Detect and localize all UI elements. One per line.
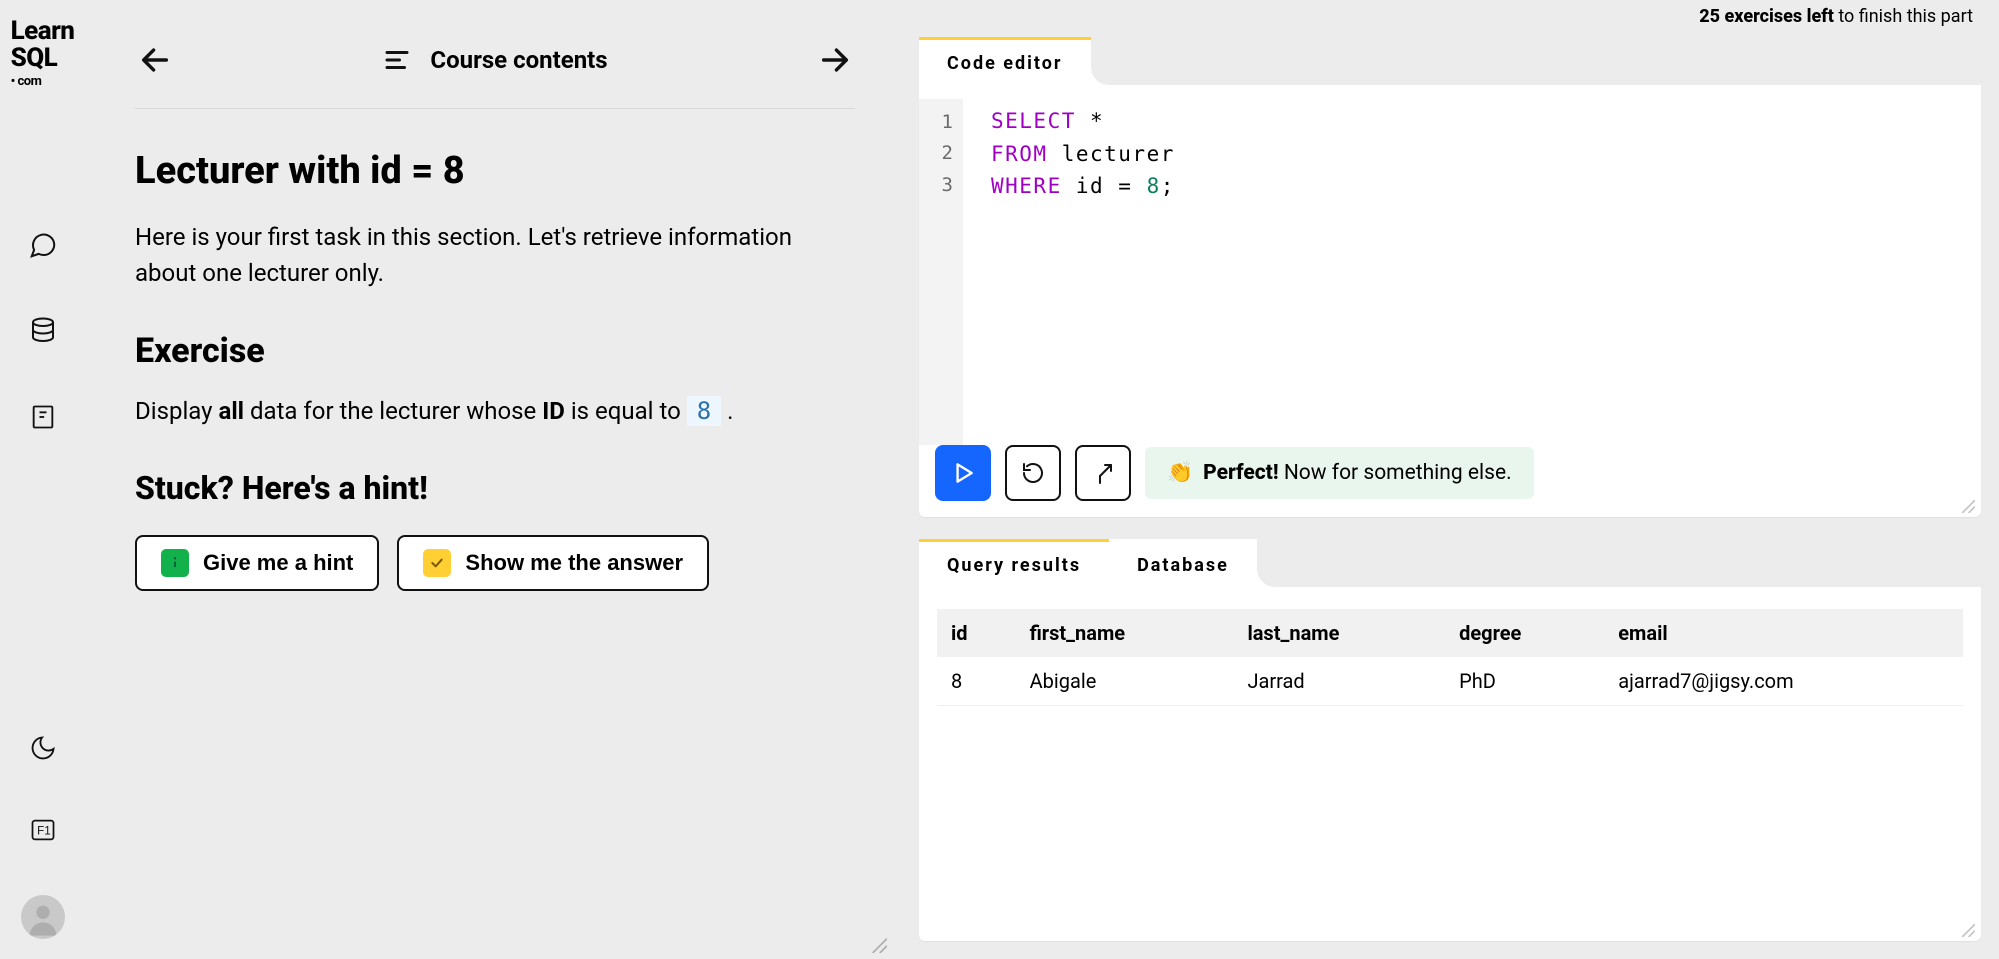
results-panel: Query results Database id first_name las… (919, 539, 1981, 941)
exercise-mid: data for the lecturer whose (244, 397, 542, 425)
feedback-bold: Perfect! (1203, 461, 1278, 485)
course-contents-label: Course contents (430, 46, 607, 74)
database-icon[interactable] (26, 314, 60, 348)
chat-icon[interactable] (26, 228, 60, 262)
line-gutter: 1 2 3 (919, 99, 963, 445)
answer-button[interactable]: Show me the answer (397, 535, 709, 591)
logo-line2: SQL (11, 45, 75, 72)
exercises-remaining: 25 exercises left to finish this part (919, 0, 1981, 37)
intro-text: Here is your first task in this section.… (135, 219, 855, 291)
exercise-after: is equal to (565, 397, 687, 425)
logo-dotcom: • com (11, 75, 75, 89)
course-contents-button[interactable]: Course contents (382, 45, 607, 75)
col-last-name: last_name (1233, 609, 1445, 657)
help-f1-icon[interactable]: F1 (26, 813, 60, 847)
exercise-code-value: 8 (687, 396, 721, 426)
share-button[interactable] (1075, 445, 1131, 501)
resize-handle-icon[interactable] (869, 935, 887, 953)
svg-text:F1: F1 (37, 825, 51, 838)
hint-button-label: Give me a hint (203, 550, 353, 576)
feedback-rest: Now for something else. (1279, 461, 1512, 485)
sort-icon (382, 45, 412, 75)
kw-select: SELECT (991, 109, 1076, 133)
table-row: 8 Abigale Jarrad PhD ajarrad7@jigsy.com (937, 657, 1963, 706)
hint-heading: Stuck? Here's a hint! (135, 469, 855, 507)
cell-degree: PhD (1445, 657, 1604, 706)
note-icon[interactable] (26, 400, 60, 434)
avatar[interactable] (21, 895, 65, 939)
code-text: lecturer (1048, 142, 1175, 166)
exercises-mid: exercises left (1720, 6, 1834, 27)
kw-from: FROM (991, 142, 1048, 166)
cell-email: ajarrad7@jigsy.com (1604, 657, 1963, 706)
line-number: 2 (919, 138, 953, 169)
code-number: 8 (1147, 174, 1161, 198)
moon-icon[interactable] (26, 731, 60, 765)
hint-button[interactable]: Give me a hint (135, 535, 379, 591)
page-title: Lecturer with id = 8 (135, 149, 855, 193)
info-icon (161, 549, 189, 577)
col-id: id (937, 609, 1016, 657)
exercises-count: 25 (1699, 6, 1720, 27)
col-email: email (1604, 609, 1963, 657)
code-editor[interactable]: 1 2 3 SELECT * FROM lecturer WHERE id = … (919, 85, 1981, 445)
results-table: id first_name last_name degree email 8 A… (937, 609, 1963, 706)
line-number: 3 (919, 170, 953, 201)
cell-last-name: Jarrad (1233, 657, 1445, 706)
check-icon (423, 549, 451, 577)
reset-button[interactable] (1005, 445, 1061, 501)
play-icon (950, 460, 976, 486)
clap-icon: 👏 (1167, 461, 1193, 485)
tab-spacer (1091, 37, 1982, 85)
exercise-end: . (721, 397, 733, 425)
cell-first-name: Abigale (1016, 657, 1234, 706)
code-text: ; (1161, 174, 1175, 198)
code-area[interactable]: SELECT * FROM lecturer WHERE id = 8; (963, 99, 1175, 445)
logo[interactable]: Learn SQL • com (11, 18, 75, 88)
tab-query-results[interactable]: Query results (919, 539, 1109, 587)
line-number: 1 (919, 107, 953, 138)
tab-code-editor[interactable]: Code editor (919, 37, 1091, 85)
right-column: 25 exercises left to finish this part Co… (895, 0, 1999, 959)
kw-where: WHERE (991, 174, 1062, 198)
exercise-bold-id: ID (542, 397, 565, 425)
tab-spacer (1257, 539, 1981, 587)
prev-lesson-button[interactable] (135, 40, 175, 80)
feedback-banner: 👏 Perfect! Now for something else. (1145, 447, 1534, 499)
resize-handle-icon[interactable] (1959, 921, 1975, 937)
redo-arrow-icon (1091, 461, 1115, 485)
col-first-name: first_name (1016, 609, 1234, 657)
exercise-heading: Exercise (135, 331, 855, 371)
logo-line1: Learn (11, 18, 75, 45)
cell-id: 8 (937, 657, 1016, 706)
code-editor-panel: Code editor 1 2 3 SELECT * FROM lecturer… (919, 37, 1981, 517)
exercise-bold-all: all (218, 397, 244, 425)
exercise-prefix: Display (135, 397, 218, 425)
code-text: id = (1062, 174, 1147, 198)
exercises-tail: to finish this part (1834, 6, 1973, 27)
tab-database[interactable]: Database (1109, 539, 1257, 587)
run-button[interactable] (935, 445, 991, 501)
table-header-row: id first_name last_name degree email (937, 609, 1963, 657)
lesson-topnav: Course contents (135, 40, 855, 109)
resize-handle-icon[interactable] (1959, 497, 1975, 513)
code-text: * (1076, 109, 1104, 133)
undo-icon (1021, 461, 1045, 485)
exercise-text: Display all data for the lecturer whose … (135, 393, 855, 429)
lesson-panel: Course contents Lecturer with id = 8 Her… (85, 0, 895, 959)
side-rail: Learn SQL • com F1 (0, 0, 85, 959)
answer-button-label: Show me the answer (465, 550, 683, 576)
next-lesson-button[interactable] (815, 40, 855, 80)
col-degree: degree (1445, 609, 1604, 657)
